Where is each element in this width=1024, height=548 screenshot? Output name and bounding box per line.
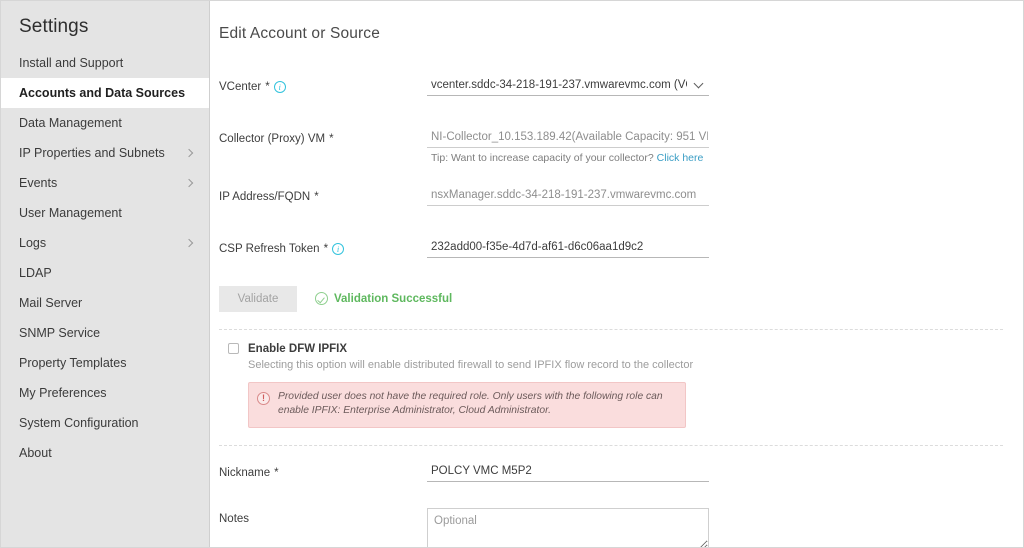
sidebar-item-mail-server[interactable]: Mail Server: [1, 288, 209, 318]
sidebar-item-accounts-and-data-sources[interactable]: Accounts and Data Sources: [1, 78, 209, 108]
nickname-label-group: Nickname *: [219, 462, 427, 479]
info-circle-icon[interactable]: i: [273, 80, 286, 93]
info-circle-icon[interactable]: i: [332, 242, 345, 255]
sidebar-item-label: SNMP Service: [19, 326, 101, 340]
sidebar-item-data-management[interactable]: Data Management: [1, 108, 209, 138]
csp-token-label-group: CSP Refresh Token * i: [219, 238, 427, 255]
vcenter-label: VCenter: [219, 80, 262, 93]
ip-fqdn-input[interactable]: [427, 185, 709, 206]
chevron-right-icon: [185, 148, 195, 158]
sidebar-item-user-management[interactable]: User Management: [1, 198, 209, 228]
nickname-label: Nickname: [219, 466, 271, 479]
csp-token-field-wrap: [427, 237, 709, 258]
settings-sidebar: Settings Install and Support Accounts an…: [1, 1, 210, 547]
ip-fqdn-field-wrap: [427, 185, 709, 206]
nickname-input[interactable]: [427, 461, 709, 482]
collector-tip-link[interactable]: Click here: [657, 152, 704, 164]
sidebar-item-label: LDAP: [19, 266, 52, 280]
vcenter-select-wrap: [427, 75, 709, 96]
exclamation-circle-icon: !: [257, 391, 270, 405]
enable-dfw-ipfix-label[interactable]: Enable DFW IPFIX: [248, 343, 347, 355]
sidebar-item-events[interactable]: Events: [1, 168, 209, 198]
sidebar-item-logs[interactable]: Logs: [1, 228, 209, 258]
notes-label: Notes: [219, 512, 250, 525]
csp-token-row: CSP Refresh Token * i: [219, 237, 1023, 268]
sidebar-item-install-and-support[interactable]: Install and Support: [1, 48, 209, 78]
ipfix-role-alert: ! Provided user does not have the requir…: [248, 381, 686, 428]
sidebar-item-label: User Management: [19, 206, 122, 220]
ip-fqdn-label: IP Address/FQDN: [219, 190, 311, 203]
vcenter-field-wrap: [427, 75, 709, 96]
app-window: Settings Install and Support Accounts an…: [0, 0, 1024, 548]
nickname-field-wrap: [427, 461, 709, 482]
notes-label-group: Notes: [219, 508, 427, 525]
vcenter-label-group: VCenter * i: [219, 76, 427, 93]
check-circle-icon: [315, 292, 328, 306]
validate-button[interactable]: Validate: [219, 285, 297, 312]
page-title: Edit Account or Source: [219, 25, 380, 43]
collector-required-mark: *: [329, 132, 334, 145]
sidebar-title: Settings: [19, 16, 89, 37]
edit-account-form: VCenter* i Collector (Proxy) VM*: [210, 54, 1023, 547]
notes-field-wrap: [427, 507, 709, 547]
nickname-required-mark: *: [274, 466, 279, 479]
ipfix-checkbox-line[interactable]: Enable DFW IPFIX: [228, 343, 1023, 355]
sidebar-item-label: Install and Support: [19, 56, 124, 70]
csp-token-label: CSP Refresh Token: [219, 242, 320, 255]
collector-label-group: Collector (Proxy) VM *: [219, 128, 427, 145]
validation-status: Validation Successful: [315, 292, 453, 306]
collector-input[interactable]: [427, 127, 709, 148]
sidebar-item-label: IP Properties and Subnets: [19, 146, 165, 160]
vcenter-select[interactable]: [427, 75, 709, 96]
ip-fqdn-required-mark: *: [314, 190, 319, 203]
collector-tip-text: Tip: Want to increase capacity of your c…: [431, 151, 657, 164]
sidebar-nav-list: Install and Support Accounts and Data So…: [1, 48, 209, 468]
sidebar-item-label: Events: [19, 176, 58, 190]
vcenter-required-mark: *: [265, 80, 270, 93]
sidebar-item-ldap[interactable]: LDAP: [1, 258, 209, 288]
collector-field-wrap: Tip: Want to increase capacity of your c…: [427, 127, 709, 164]
sidebar-item-about[interactable]: About: [1, 438, 209, 468]
sidebar-item-ip-properties-and-subnets[interactable]: IP Properties and Subnets: [1, 138, 209, 168]
notes-textarea[interactable]: [427, 507, 709, 547]
chevron-right-icon: [185, 178, 195, 188]
enable-dfw-ipfix-checkbox[interactable]: [228, 343, 239, 355]
ip-fqdn-label-group: IP Address/FQDN *: [219, 186, 427, 203]
ip-fqdn-row: IP Address/FQDN *: [219, 185, 1023, 216]
ipfix-description: Selecting this option will enable distri…: [248, 358, 694, 371]
sidebar-item-label: System Configuration: [19, 416, 139, 430]
validate-row: Validate Validation Successful: [219, 268, 1023, 312]
main-content: Edit Account or Source VCenter * i vcent…: [210, 1, 1023, 547]
sidebar-item-label: My Preferences: [19, 386, 107, 400]
collector-row: Collector (Proxy) VM* Tip: Want to incre…: [219, 127, 1023, 164]
chevron-right-icon: [185, 238, 195, 248]
sidebar-item-label: Logs: [19, 236, 47, 250]
sidebar-item-label: About: [19, 446, 52, 460]
sidebar-item-label: Property Templates: [19, 356, 127, 370]
sidebar-item-label: Accounts and Data Sources: [19, 86, 186, 100]
notes-row: Notes: [219, 507, 1023, 547]
sidebar-item-label: Mail Server: [19, 296, 83, 310]
csp-token-input[interactable]: [427, 237, 709, 258]
nickname-row: Nickname *: [219, 461, 1023, 492]
collector-label: Collector (Proxy) VM: [219, 132, 326, 145]
sidebar-item-system-configuration[interactable]: System Configuration: [1, 408, 209, 438]
vcenter-row: VCenter * i: [219, 75, 1023, 106]
sidebar-item-property-templates[interactable]: Property Templates: [1, 348, 209, 378]
ipfix-alert-text: Provided user does not have the required…: [278, 390, 663, 417]
sidebar-item-snmp-service[interactable]: SNMP Service: [1, 318, 209, 348]
collector-tip: Tip: Want to increase capacity of your c…: [427, 148, 709, 164]
csp-token-required-mark: *: [323, 242, 329, 255]
sidebar-item-my-preferences[interactable]: My Preferences: [1, 378, 209, 408]
sidebar-item-label: Data Management: [19, 116, 122, 130]
ipfix-block: Enable DFW IPFIX Selecting this option w…: [219, 330, 1023, 428]
validation-status-text: Validation Successful: [334, 292, 453, 305]
